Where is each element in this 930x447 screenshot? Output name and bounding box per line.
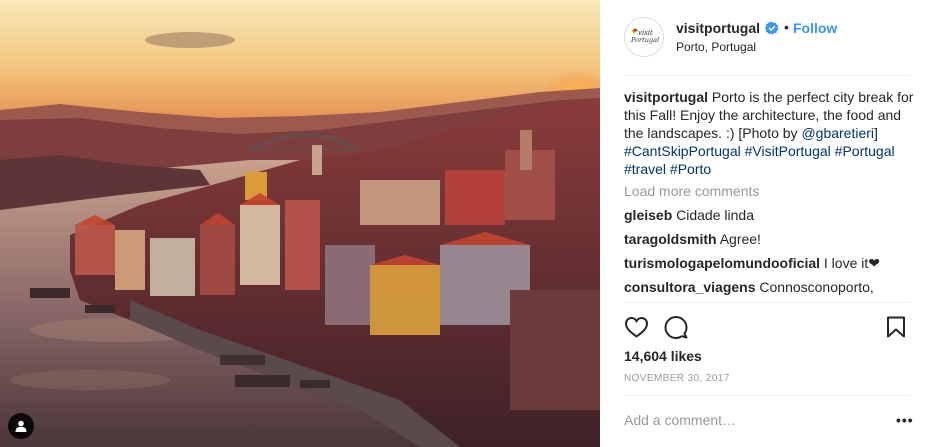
speech-bubble-icon[interactable] — [664, 315, 688, 339]
load-more-comments-button[interactable]: Load more comments — [624, 182, 916, 200]
comment-item: consultora_viagens Connosconoporto, — [624, 278, 916, 296]
comments-list[interactable]: visitportugal Porto is the perfect city … — [624, 88, 916, 302]
comment-username[interactable]: consultora_viagens — [624, 279, 756, 295]
comment-username[interactable]: turismologapelomundooficial — [624, 255, 820, 271]
heart-icon[interactable] — [624, 315, 649, 339]
location-link[interactable]: Porto, Portugal — [676, 40, 756, 54]
comment-text: Cidade linda — [676, 207, 754, 223]
post-photo[interactable] — [0, 0, 600, 447]
comment-item: gleiseb Cidade linda — [624, 206, 916, 224]
comment-text: I love it❤ — [823, 255, 880, 271]
avatar[interactable]: visit Portugal — [624, 17, 664, 57]
hashtag-link[interactable]: #Portugal — [835, 143, 895, 159]
post-header: visit Portugal visitportugal • Follow Po… — [600, 0, 930, 76]
add-comment-input[interactable]: Add a comment… — [624, 412, 736, 428]
verified-badge-icon — [765, 21, 779, 35]
username-link[interactable]: visitportugal — [676, 20, 760, 36]
comment-text: Connosconoporto, — [759, 279, 874, 295]
hashtag-link[interactable]: #Porto — [670, 161, 711, 177]
divider — [624, 395, 910, 396]
action-bar — [624, 313, 916, 341]
user-tag-button[interactable] — [8, 413, 34, 439]
comment-username[interactable]: taragoldsmith — [624, 231, 717, 247]
hashtag-link[interactable]: #VisitPortugal — [745, 143, 831, 159]
hashtag-link[interactable]: #travel — [624, 161, 666, 177]
more-options-button[interactable]: ••• — [896, 412, 914, 428]
caption-mention[interactable]: @gbaretieri — [801, 125, 874, 141]
caption-close: ] — [874, 125, 878, 141]
comment-text: Agree! — [719, 231, 761, 247]
porto-sunset-photo — [0, 0, 600, 447]
follow-button[interactable]: Follow — [793, 20, 837, 36]
comment-username[interactable]: gleiseb — [624, 207, 672, 223]
visitportugal-logo: visit Portugal — [625, 18, 663, 56]
comment-item: taragoldsmith Agree! — [624, 230, 916, 248]
divider — [624, 75, 910, 76]
hashtag-link[interactable]: #CantSkipPortugal — [624, 143, 741, 159]
separator-dot: • — [784, 19, 789, 35]
caption-username[interactable]: visitportugal — [624, 89, 708, 105]
bookmark-icon[interactable] — [886, 316, 906, 338]
person-icon — [15, 420, 27, 432]
comment-item: turismologapelomundooficial I love it❤ — [624, 254, 916, 272]
likes-count[interactable]: 14,604 likes — [624, 348, 702, 364]
divider — [624, 302, 910, 303]
post-caption: visitportugal Porto is the perfect city … — [624, 88, 916, 178]
post-side-panel: visit Portugal visitportugal • Follow Po… — [600, 0, 930, 447]
post-date[interactable]: NOVEMBER 30, 2017 — [624, 373, 730, 384]
svg-text:Portugal: Portugal — [630, 36, 659, 44]
